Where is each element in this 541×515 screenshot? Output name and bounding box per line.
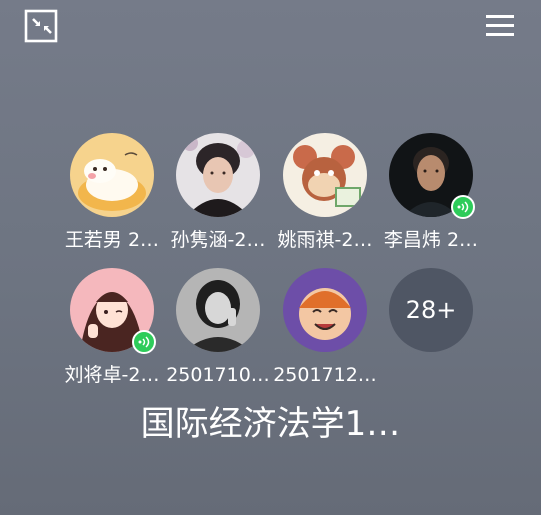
avatar-wrapper xyxy=(176,133,260,217)
avatar xyxy=(70,133,154,217)
speaking-indicator xyxy=(132,330,156,354)
participant-name: 王若男 2… xyxy=(64,229,160,251)
speaking-indicator xyxy=(451,195,475,219)
participant-name: 刘将卓-2… xyxy=(64,364,160,386)
cartoon-face-avatar-image xyxy=(283,268,367,352)
audio-wave-icon xyxy=(138,336,150,348)
avatar xyxy=(176,268,260,352)
participant-name: 李昌炜 2… xyxy=(383,229,479,251)
participant-name: 姚雨祺-2… xyxy=(277,229,373,251)
avatar-wrapper xyxy=(176,268,260,352)
participant-name: 孙隽涵-2… xyxy=(170,229,266,251)
participant-tile[interactable]: 姚雨祺-2… xyxy=(270,133,380,261)
cartoon-cat-avatar-image xyxy=(70,133,154,217)
avatar xyxy=(176,133,260,217)
avatar-wrapper xyxy=(283,133,367,217)
more-participants-count: 28+ xyxy=(405,296,457,324)
avatar-wrapper xyxy=(389,133,475,219)
cartoon-mouse-avatar-image xyxy=(283,133,367,217)
participant-tile[interactable]: 李昌炜 2… xyxy=(376,133,486,261)
avatar xyxy=(283,268,367,352)
participant-tile[interactable]: 王若男 2… xyxy=(57,133,167,261)
participant-tile[interactable]: 2501710… xyxy=(163,268,273,396)
avatar-wrapper xyxy=(70,133,154,217)
participant-tile[interactable]: 刘将卓-2… xyxy=(57,268,167,396)
participant-name: 2501712… xyxy=(273,364,377,386)
avatar xyxy=(283,133,367,217)
woman-photo-avatar-image xyxy=(176,268,260,352)
avatar-wrapper xyxy=(70,268,156,354)
meeting-title: 国际经济法学1… xyxy=(140,404,401,444)
avatar-wrapper xyxy=(283,268,367,352)
young-man-avatar-image xyxy=(176,133,260,217)
audio-wave-icon xyxy=(457,201,469,213)
participant-name: 2501710… xyxy=(166,364,270,386)
participant-tile[interactable]: 2501712… xyxy=(270,268,380,396)
more-participants-button[interactable]: 28+ xyxy=(389,268,473,352)
participant-tile[interactable]: 孙隽涵-2… xyxy=(163,133,273,261)
